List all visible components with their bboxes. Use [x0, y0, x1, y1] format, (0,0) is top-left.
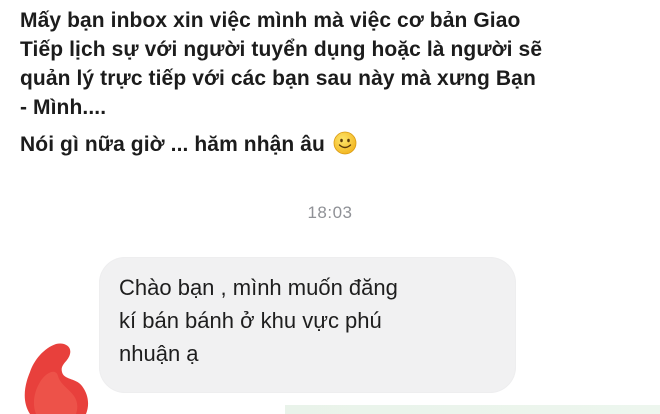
message-line: nhuận ạ [119, 341, 199, 366]
redacted-avatar [20, 342, 94, 414]
outgoing-bubble-edge [285, 405, 660, 414]
post-comment-text: Nói gì nữa giờ ... hăm nhận âu [20, 133, 325, 156]
smiling-face-icon [333, 131, 357, 155]
message-line: kí bán bánh ở khu vực phú [119, 308, 382, 333]
message-line: Chào bạn , mình muốn đăng [119, 275, 398, 300]
post-line: Tiếp lịch sự với người tuyển dụng hoặc l… [20, 38, 543, 61]
post-line: Mấy bạn inbox xin việc mình mà việc cơ b… [20, 9, 521, 32]
post-comment-line: Nói gì nữa giờ ... hăm nhận âu [20, 130, 640, 159]
incoming-message-bubble[interactable]: Chào bạn , mình muốn đăng kí bán bánh ở … [99, 257, 516, 393]
post-line: quản lý trực tiếp với các bạn sau này mà… [20, 67, 536, 90]
message-timestamp: 18:03 [307, 203, 353, 222]
post-text: Mấy bạn inbox xin việc mình mà việc cơ b… [20, 6, 640, 159]
post-line: - Mình.... [20, 96, 107, 119]
